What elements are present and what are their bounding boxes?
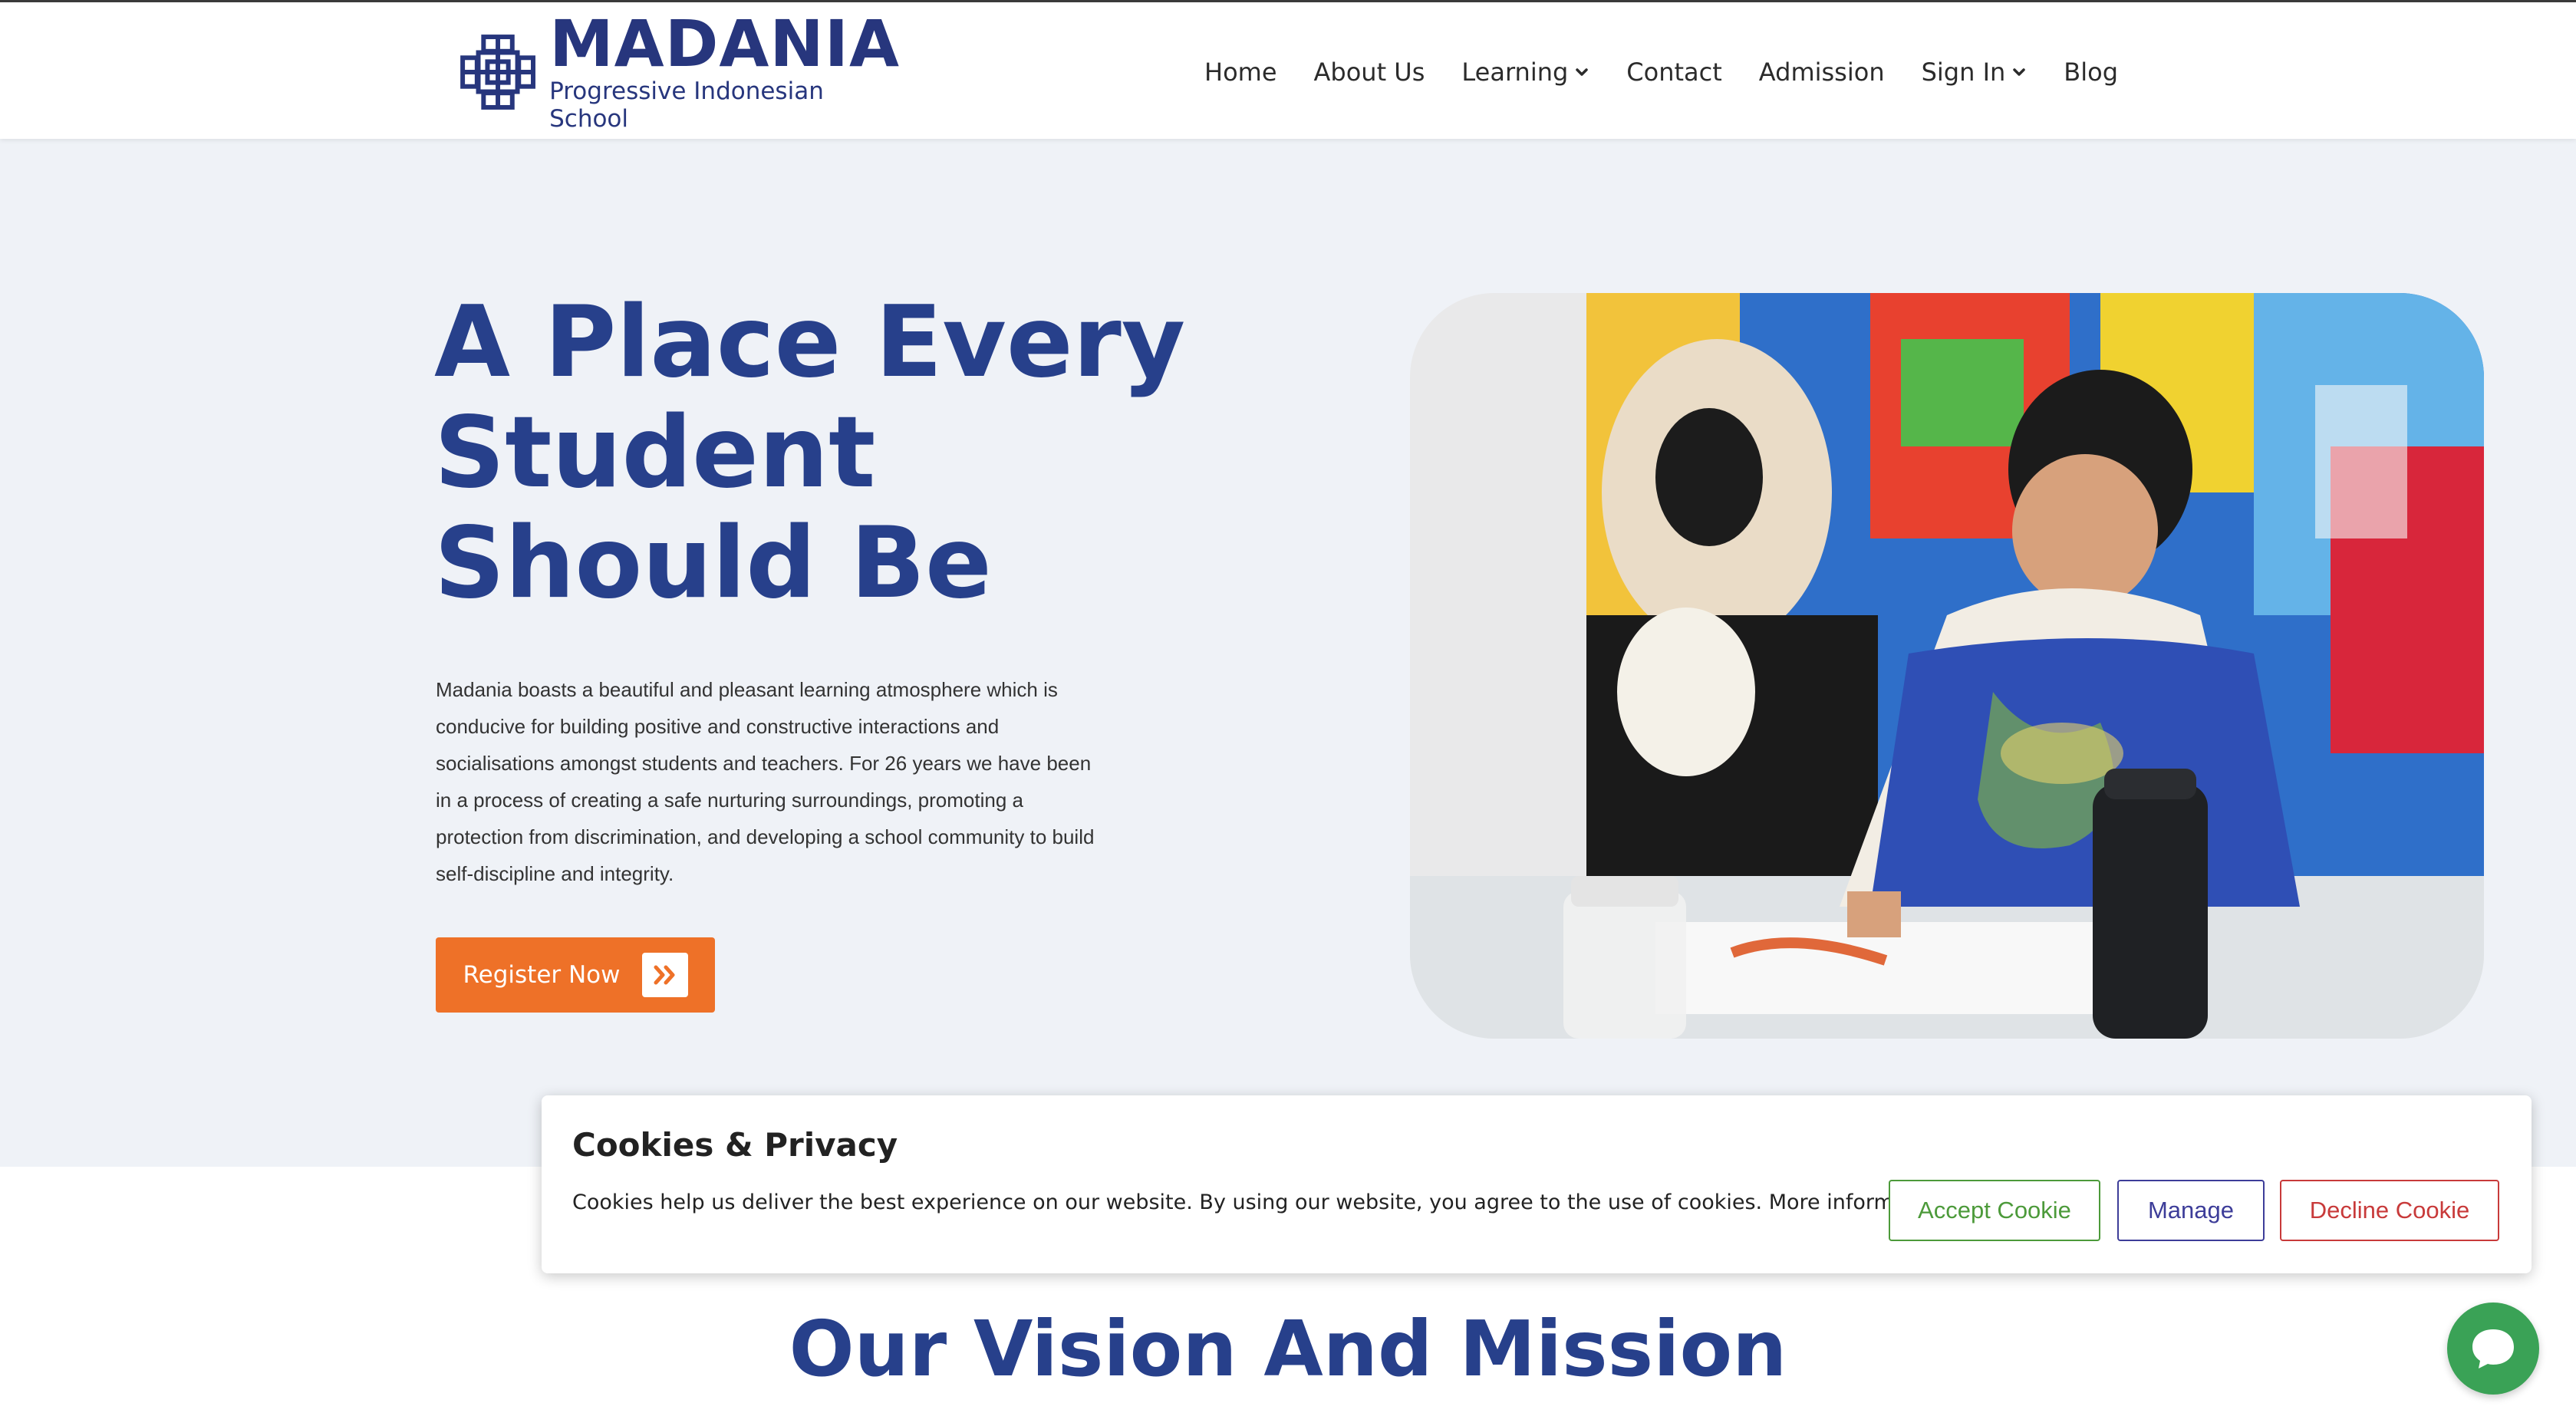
manage-cookie-button[interactable]: Manage (2117, 1180, 2265, 1241)
cookie-banner: Cookies & Privacy Cookies help us delive… (542, 1095, 2532, 1273)
chevron-down-icon (1576, 68, 1589, 76)
logo-text: MADANIA Progressive Indonesian School (549, 12, 900, 133)
nav-about-label: About Us (1313, 57, 1425, 87)
madania-emblem-icon (459, 32, 538, 112)
nav-sign-in[interactable]: Sign In (1922, 58, 2028, 87)
nav-admission-label: Admission (1758, 57, 1885, 87)
nav-blog-label: Blog (2064, 57, 2119, 87)
nav-blog[interactable]: Blog (2064, 58, 2118, 87)
accept-cookie-button[interactable]: Accept Cookie (1889, 1180, 2100, 1241)
register-now-button[interactable]: Register Now (436, 937, 715, 1013)
nav-home-label: Home (1204, 57, 1277, 87)
cookie-text: Cookies help us deliver the best experie… (572, 1191, 1946, 1214)
double-chevron-right-icon (641, 953, 688, 997)
chat-bubble-icon (2472, 1329, 2514, 1368)
nav-learning[interactable]: Learning (1461, 58, 1589, 87)
nav-admission[interactable]: Admission (1759, 58, 1885, 87)
nav-contact[interactable]: Contact (1626, 58, 1722, 87)
cookie-message: Cookies help us deliver the best experie… (572, 1191, 1763, 1214)
logo-tagline: Progressive Indonesian School (549, 77, 824, 133)
nav-contact-label: Contact (1626, 57, 1722, 87)
chevron-down-icon (2013, 68, 2026, 76)
hero-photo-student-painting (1410, 293, 2484, 1039)
site-header: MADANIA Progressive Indonesian School Ho… (0, 0, 2576, 139)
nav-about-us[interactable]: About Us (1314, 58, 1425, 87)
main-nav: Home About Us Learning Contact Admission… (1204, 2, 2118, 141)
hero-description: Madania boasts a beautiful and pleasant … (436, 678, 1095, 885)
cookie-title: Cookies & Privacy (572, 1126, 898, 1164)
logo-name: MADANIA (549, 6, 900, 81)
decline-cookie-button[interactable]: Decline Cookie (2280, 1180, 2499, 1241)
nav-sign-in-label: Sign In (1921, 57, 2006, 87)
chat-widget-button[interactable] (2447, 1303, 2539, 1395)
nav-learning-label: Learning (1461, 57, 1569, 87)
nav-home[interactable]: Home (1204, 58, 1277, 87)
register-now-label: Register Now (463, 961, 621, 989)
hero-title: A Place Every Student Should Be (434, 285, 1186, 621)
vision-mission-heading: Our Vision And Mission (789, 1304, 1787, 1394)
madania-logo[interactable]: MADANIA Progressive Indonesian School (459, 12, 900, 133)
